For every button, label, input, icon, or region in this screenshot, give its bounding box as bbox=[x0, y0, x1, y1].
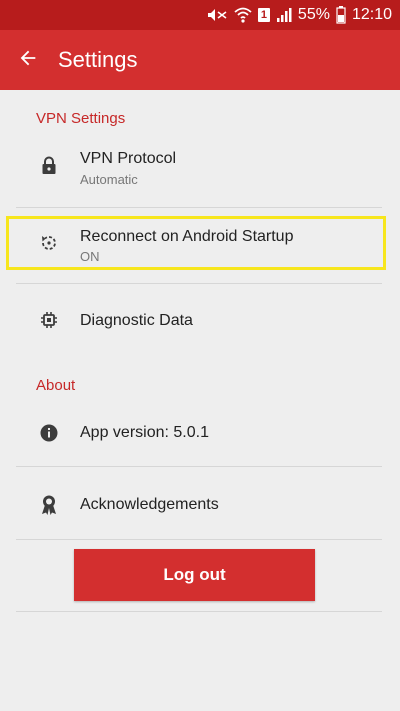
logout-button[interactable]: Log out bbox=[74, 549, 315, 601]
signal-icon bbox=[276, 7, 292, 23]
arrow-back-icon bbox=[17, 47, 39, 74]
status-icons: 1 55% 12:10 bbox=[206, 0, 392, 30]
settings-list: VPN Settings VPN Protocol Automatic Reco… bbox=[0, 90, 400, 711]
status-bar: 1 55% 12:10 bbox=[0, 0, 400, 30]
divider bbox=[16, 283, 382, 284]
restore-icon bbox=[38, 232, 60, 254]
chip-icon bbox=[38, 309, 60, 331]
section-header-about: About bbox=[36, 377, 76, 394]
clock: 12:10 bbox=[351, 6, 392, 23]
award-icon bbox=[38, 494, 60, 516]
back-button[interactable] bbox=[10, 42, 46, 78]
setting-reconnect-startup[interactable]: Reconnect on Android Startup ON bbox=[0, 216, 400, 270]
app-bar: Settings bbox=[0, 30, 400, 90]
divider bbox=[16, 207, 382, 208]
divider bbox=[16, 466, 382, 467]
section-header-vpn: VPN Settings bbox=[36, 110, 126, 127]
setting-title: App version: 5.0.1 bbox=[80, 424, 209, 441]
info-icon bbox=[38, 422, 60, 444]
setting-title: VPN Protocol bbox=[80, 150, 177, 167]
battery-icon bbox=[336, 6, 346, 24]
page-title: Settings bbox=[58, 47, 138, 72]
battery-percent: 55% bbox=[297, 6, 330, 23]
setting-title: Acknowledgements bbox=[80, 496, 219, 513]
mute-icon bbox=[206, 7, 228, 23]
about-acknowledgements[interactable]: Acknowledgements bbox=[0, 478, 400, 532]
lock-icon bbox=[38, 155, 60, 177]
wifi-icon bbox=[234, 7, 252, 23]
setting-subtitle: Automatic bbox=[80, 172, 138, 187]
setting-vpn-protocol[interactable]: VPN Protocol Automatic bbox=[0, 138, 400, 194]
about-app-version: App version: 5.0.1 bbox=[0, 406, 400, 460]
setting-subtitle: ON bbox=[80, 249, 100, 264]
setting-title: Diagnostic Data bbox=[80, 312, 193, 329]
divider bbox=[16, 539, 382, 540]
setting-diagnostic-data[interactable]: Diagnostic Data bbox=[0, 294, 400, 346]
setting-title: Reconnect on Android Startup bbox=[80, 228, 294, 245]
sim-icon: 1 bbox=[257, 8, 270, 22]
divider bbox=[16, 611, 382, 612]
